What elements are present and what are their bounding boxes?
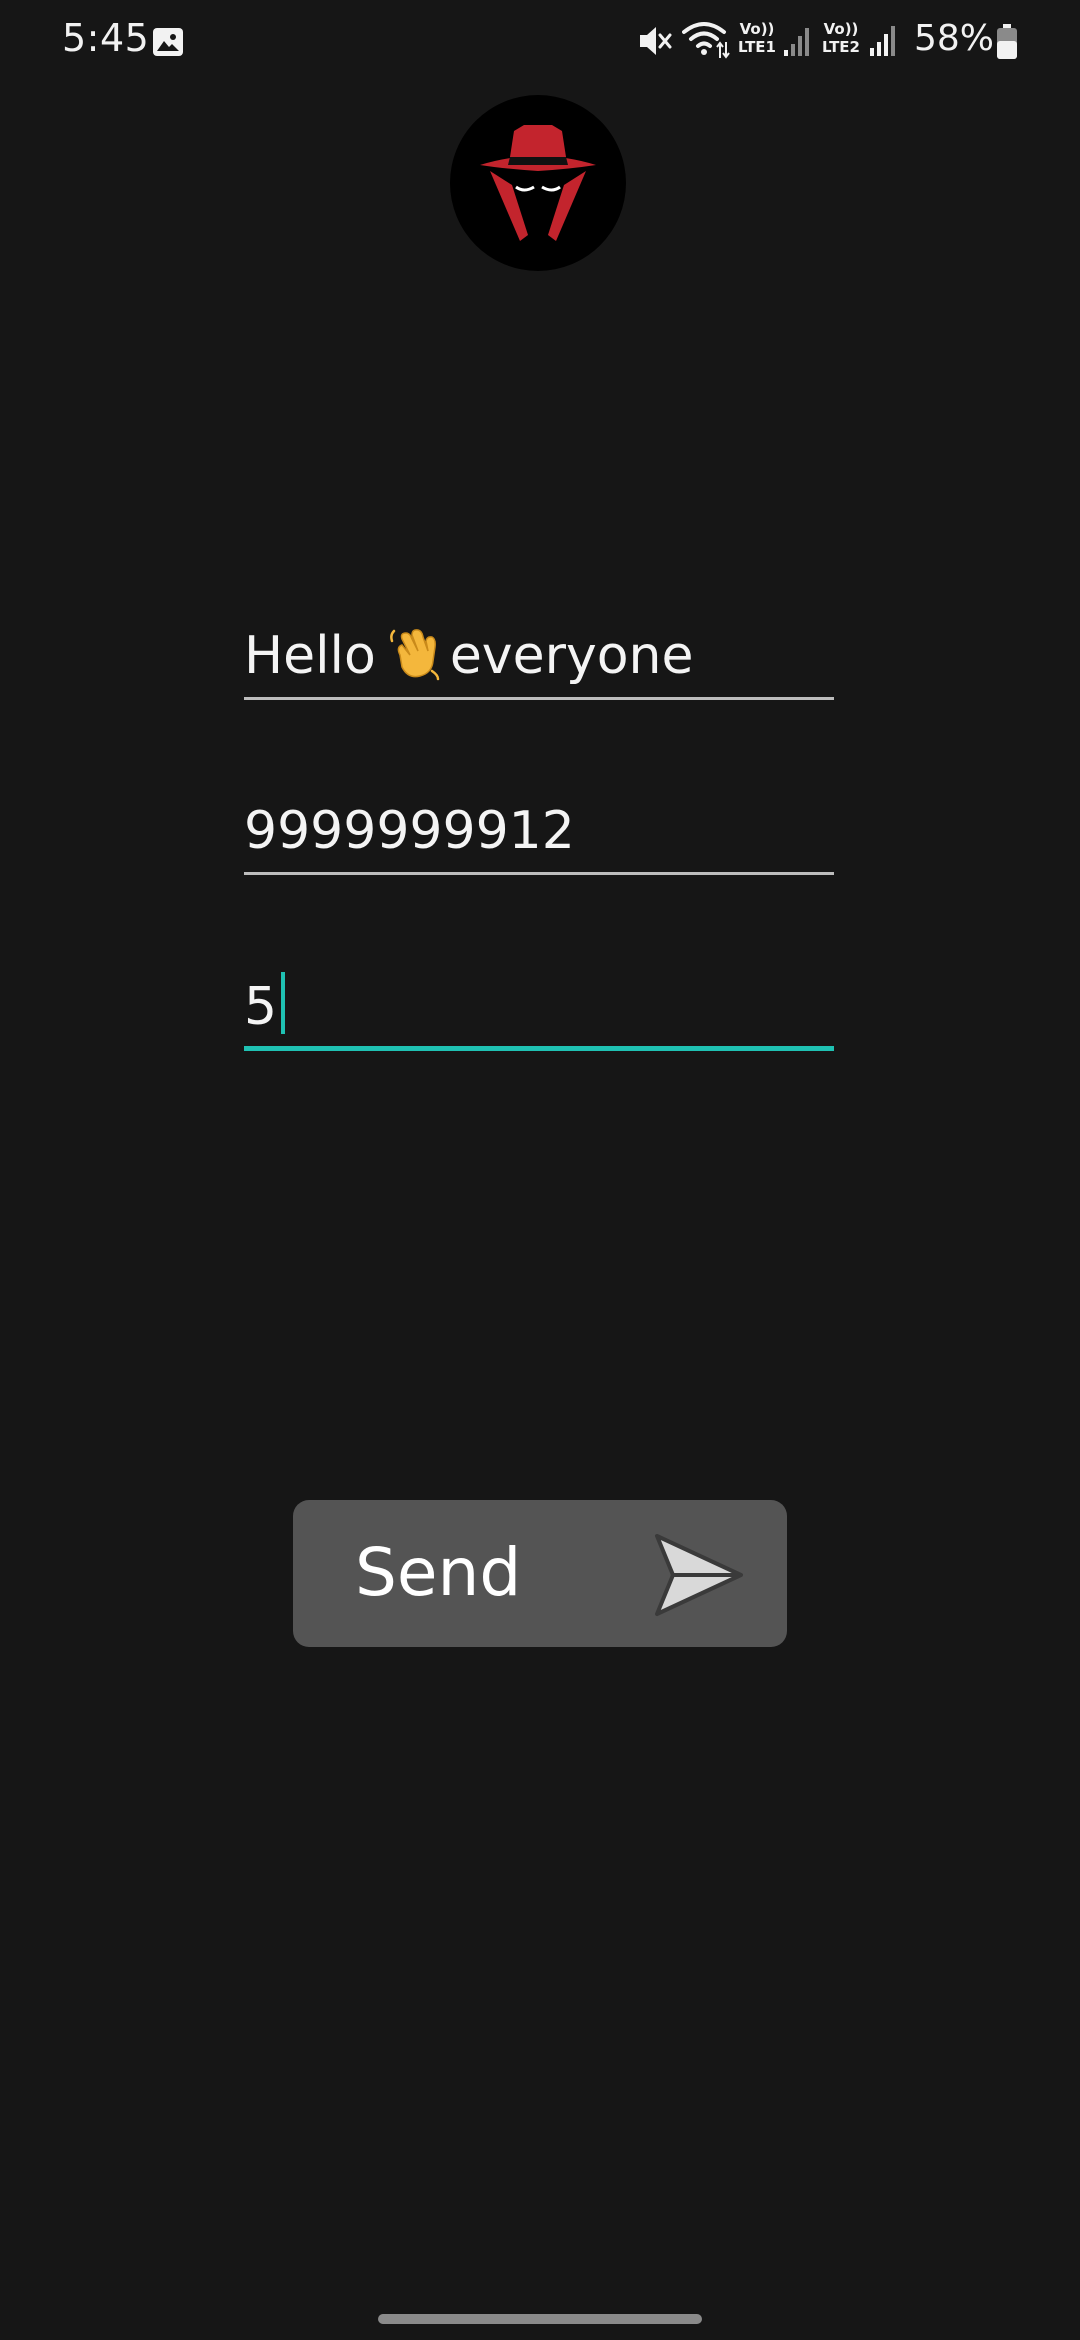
wifi-icon bbox=[682, 22, 730, 59]
message-count-input[interactable]: 5 bbox=[244, 961, 834, 1051]
phone-input-underline bbox=[244, 872, 834, 875]
lte1-indicator: Vo)) LTE1 bbox=[736, 20, 778, 64]
gallery-icon bbox=[153, 28, 183, 56]
message-input-underline bbox=[244, 697, 834, 700]
send-button[interactable]: Send bbox=[293, 1500, 787, 1647]
message-text-start: Hello bbox=[244, 626, 376, 686]
message-input[interactable]: Hello everyone bbox=[244, 610, 834, 700]
lte2-indicator: Vo)) LTE2 bbox=[818, 20, 864, 64]
status-time: 5:45 bbox=[62, 16, 150, 60]
mute-icon bbox=[640, 27, 672, 55]
signal-icon bbox=[870, 26, 895, 56]
volte-label: Vo)) bbox=[823, 20, 859, 38]
spy-avatar-icon bbox=[480, 125, 596, 241]
message-count-value: 5 bbox=[244, 977, 278, 1037]
battery-percent: 58% bbox=[914, 18, 995, 59]
text-cursor bbox=[281, 972, 286, 1034]
avatar bbox=[450, 95, 626, 271]
send-icon bbox=[655, 1534, 743, 1616]
send-button-label: Send bbox=[355, 1534, 522, 1611]
waving-hand-emoji bbox=[389, 629, 440, 681]
signal-icon bbox=[784, 28, 809, 56]
phone-number-text[interactable]: 9999999912 bbox=[244, 801, 575, 861]
lte1-label: LTE1 bbox=[738, 38, 776, 56]
lte2-label: LTE2 bbox=[822, 38, 860, 56]
volte-label: Vo)) bbox=[739, 20, 775, 38]
message-text-end: everyone bbox=[449, 626, 694, 686]
message-input-text[interactable]: Hello everyone bbox=[244, 625, 694, 686]
count-input-underline bbox=[244, 1046, 834, 1051]
status-bar: 5:45 Vo)) LTE1 Vo)) LTE2 58% bbox=[0, 0, 1080, 84]
gesture-nav-handle[interactable] bbox=[378, 2314, 702, 2324]
battery-icon bbox=[997, 24, 1017, 59]
message-count-text[interactable]: 5 bbox=[244, 972, 286, 1037]
phone-number-input[interactable]: 9999999912 bbox=[244, 785, 834, 875]
